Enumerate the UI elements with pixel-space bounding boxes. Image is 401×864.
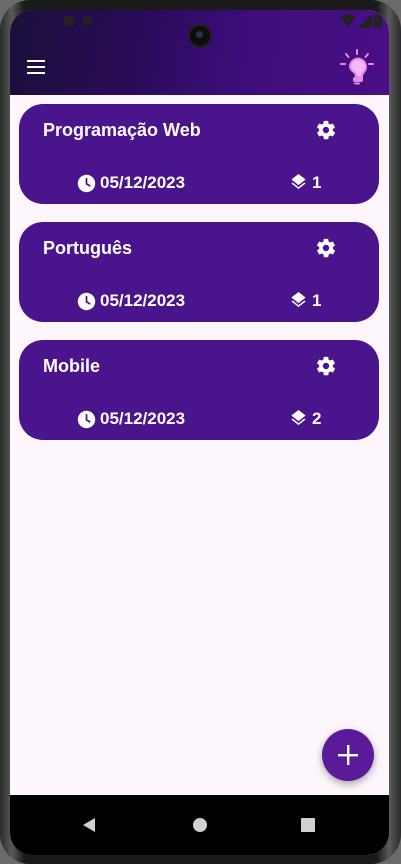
gear-icon[interactable]: [315, 355, 337, 377]
system-navigation-bar: [10, 795, 389, 855]
clock-icon: [77, 174, 96, 192]
gear-icon[interactable]: [315, 237, 337, 259]
subject-title: Mobile: [43, 356, 100, 376]
front-camera: [190, 26, 210, 46]
subject-count: 2: [312, 409, 322, 428]
wifi-icon: [340, 14, 356, 27]
signal-icon: [358, 14, 372, 28]
clock-icon: [77, 292, 96, 310]
subject-count: 1: [312, 173, 322, 192]
phone-frame: Programação Web 05/12/2023 1 Português 0…: [0, 0, 401, 864]
hamburger-menu-icon[interactable]: [24, 55, 48, 79]
recents-icon[interactable]: [296, 813, 320, 837]
date-info: 05/12/2023: [77, 290, 185, 312]
layers-info: 2: [289, 408, 321, 430]
app-bar: [10, 10, 389, 95]
home-icon[interactable]: [188, 813, 212, 837]
subject-card[interactable]: Português 05/12/2023 1: [19, 222, 379, 322]
battery-icon: [374, 15, 382, 28]
subject-card[interactable]: Programação Web 05/12/2023 1: [19, 104, 379, 204]
notification-icon: [82, 16, 92, 26]
date-info: 05/12/2023: [77, 172, 185, 194]
gear-icon[interactable]: [315, 119, 337, 141]
layers-icon: [291, 291, 306, 307]
subject-card[interactable]: Mobile 05/12/2023 2: [19, 340, 379, 440]
add-subject-button[interactable]: [322, 729, 374, 781]
layers-icon: [291, 409, 306, 425]
layers-info: 1: [289, 172, 321, 194]
clock-icon: [77, 410, 96, 428]
layers-icon: [291, 173, 306, 189]
subject-title: Português: [43, 238, 133, 258]
back-icon[interactable]: [77, 813, 101, 837]
date-info: 05/12/2023: [77, 408, 185, 430]
subject-title: Programação Web: [43, 120, 201, 140]
plus-icon: [338, 745, 358, 765]
lightbulb-logo-icon: [340, 49, 374, 85]
notification-icon: [64, 16, 74, 26]
layers-info: 1: [289, 290, 321, 312]
subject-date: 05/12/2023: [100, 291, 186, 310]
subject-count: 1: [312, 291, 322, 310]
subject-date: 05/12/2023: [100, 409, 186, 428]
app-screen: Programação Web 05/12/2023 1 Português 0…: [10, 10, 389, 855]
subject-date: 05/12/2023: [100, 173, 186, 192]
